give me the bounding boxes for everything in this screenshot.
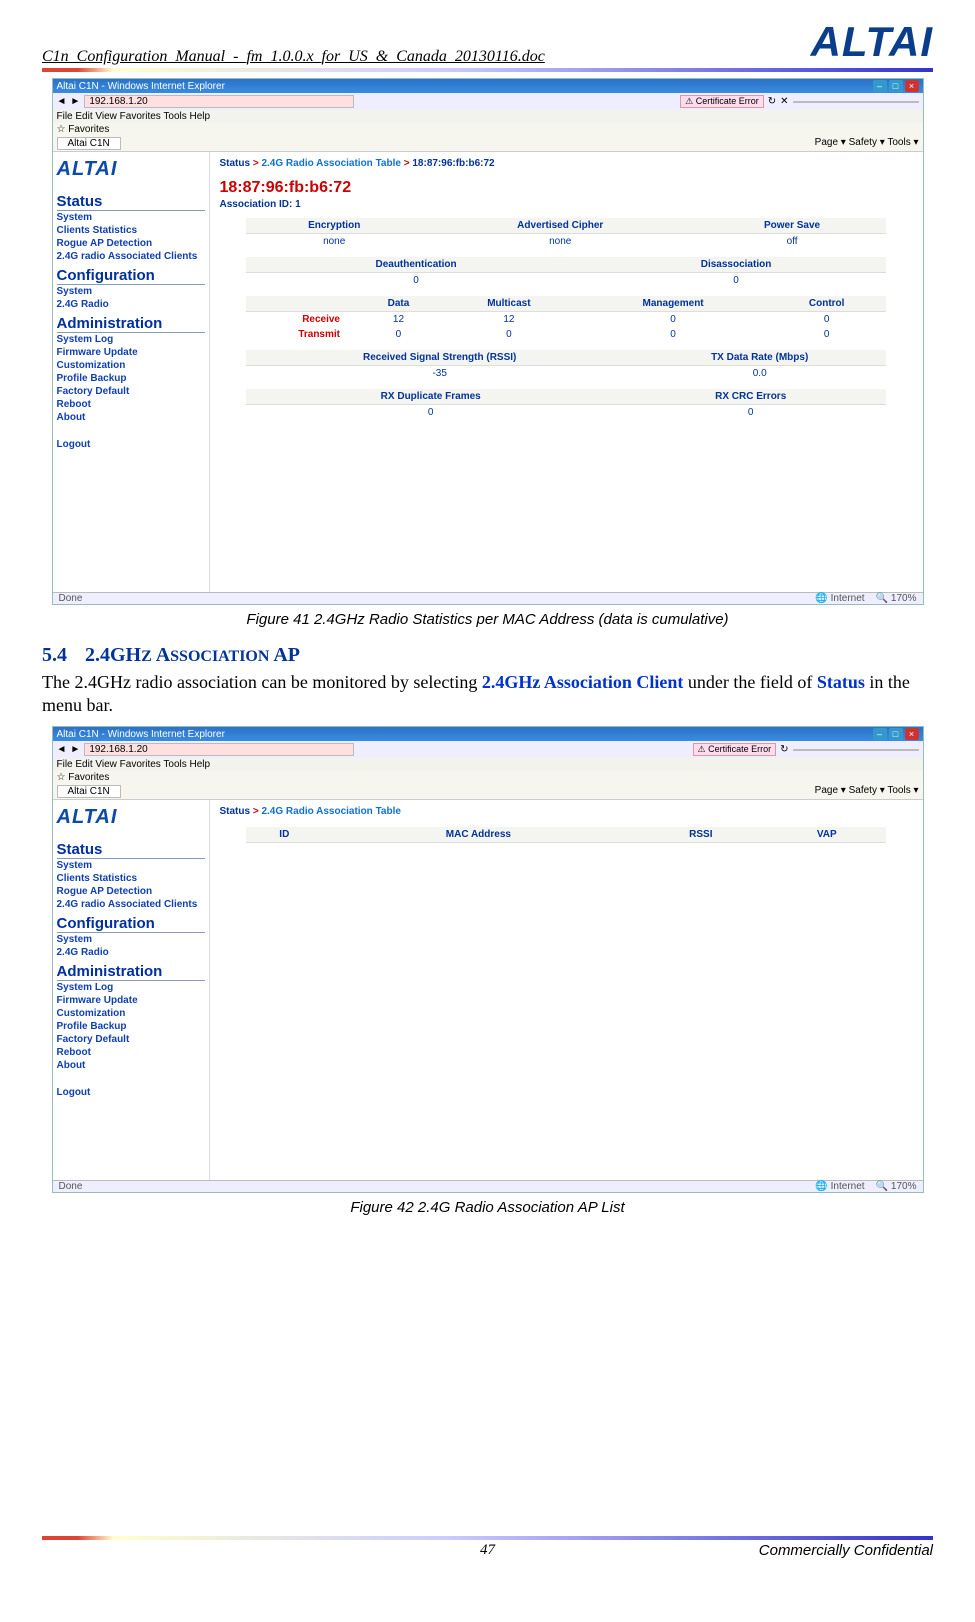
header-rule <box>42 68 933 72</box>
nav-reboot[interactable]: Reboot <box>57 398 205 411</box>
nav-config-radio[interactable]: 2.4G Radio <box>57 298 205 311</box>
browser-toolbar-right[interactable]: Page ▾ Safety ▾ Tools ▾ <box>815 785 919 798</box>
nav-logout[interactable]: Logout <box>57 438 205 451</box>
content-area: Status > 2.4G Radio Association Table > … <box>210 152 923 592</box>
nav-about[interactable]: About <box>57 411 205 424</box>
status-done: Done <box>59 1181 83 1192</box>
confidential-label: Commercially Confidential <box>759 1542 933 1559</box>
figure-41-caption: Figure 41 2.4GHz Radio Statistics per MA… <box>42 611 933 628</box>
nav-firmware[interactable]: Firmware Update <box>57 346 205 359</box>
content-area: Status > 2.4G Radio Association Table ID… <box>210 800 923 1180</box>
breadcrumb: Status > 2.4G Radio Association Table <box>220 806 913 817</box>
nav-reboot[interactable]: Reboot <box>57 1046 205 1059</box>
nav-sidebar: ALTAI Status System Clients Statistics R… <box>53 800 210 1180</box>
nav-logout[interactable]: Logout <box>57 1086 205 1099</box>
nav-back-icon[interactable]: ◄ <box>57 744 67 755</box>
nav-config-header: Configuration <box>57 267 205 285</box>
browser-tab[interactable]: Altai C1N <box>57 137 121 150</box>
favorites-bar[interactable]: ☆ Favorites <box>53 123 923 136</box>
nav-sidebar: ALTAI Status System Clients Statistics R… <box>53 152 210 592</box>
certificate-error[interactable]: ⚠ Certificate Error <box>680 95 764 108</box>
nav-profile-backup[interactable]: Profile Backup <box>57 372 205 385</box>
search-input[interactable] <box>793 101 919 103</box>
nav-firmware[interactable]: Firmware Update <box>57 994 205 1007</box>
table-encryption: EncryptionAdvertised CipherPower Save no… <box>246 218 886 249</box>
nav-status-header: Status <box>57 193 205 211</box>
certificate-error[interactable]: ⚠ Certificate Error <box>693 743 777 756</box>
table-traffic: DataMulticastManagementControl Receive12… <box>246 296 886 342</box>
nav-fwd-icon[interactable]: ► <box>70 96 80 107</box>
window-titlebar: Altai C1N - Windows Internet Explorer –□… <box>53 727 923 741</box>
minimize-icon[interactable]: – <box>873 80 887 92</box>
table-deauth: DeauthenticationDisassociation 00 <box>246 257 886 288</box>
window-title-text: Altai C1N - Windows Internet Explorer <box>57 81 225 92</box>
stop-icon[interactable]: ✕ <box>780 96 788 107</box>
nav-system[interactable]: System <box>57 211 205 224</box>
maximize-icon[interactable]: □ <box>889 80 903 92</box>
sidebar-logo: ALTAI <box>57 156 205 189</box>
table-rx-errors: RX Duplicate FramesRX CRC Errors 00 <box>246 389 886 420</box>
page-number: 47 <box>480 1542 495 1559</box>
nav-assoc-clients[interactable]: 2.4G radio Associated Clients <box>57 250 205 263</box>
address-input[interactable]: 192.168.1.20 <box>84 743 354 756</box>
nav-factory-default[interactable]: Factory Default <box>57 385 205 398</box>
address-input[interactable]: 192.168.1.20 <box>84 95 354 108</box>
nav-rogue-ap[interactable]: Rogue AP Detection <box>57 885 205 898</box>
window-titlebar: Altai C1N - Windows Internet Explorer –□… <box>53 79 923 93</box>
nav-config-radio[interactable]: 2.4G Radio <box>57 946 205 959</box>
address-bar[interactable]: ◄► 192.168.1.20 ⚠ Certificate Error ↻ <box>53 741 923 758</box>
mac-address-title: 18:87:96:fb:b6:72 <box>220 179 913 197</box>
refresh-icon[interactable]: ↻ <box>780 744 788 755</box>
browser-tab[interactable]: Altai C1N <box>57 785 121 798</box>
internet-icon: 🌐 <box>815 1181 827 1192</box>
nav-config-system[interactable]: System <box>57 933 205 946</box>
nav-admin-header: Administration <box>57 315 205 333</box>
nav-system[interactable]: System <box>57 859 205 872</box>
section-body: The 2.4GHz radio association can be moni… <box>42 671 933 716</box>
refresh-icon[interactable]: ↻ <box>768 96 776 107</box>
status-done: Done <box>59 593 83 604</box>
window-buttons[interactable]: –□× <box>871 80 919 92</box>
search-input[interactable] <box>793 749 919 751</box>
nav-clients-statistics[interactable]: Clients Statistics <box>57 224 205 237</box>
status-bar: Done 🌐 Internet 🔍 170% <box>53 592 923 604</box>
nav-syslog[interactable]: System Log <box>57 333 205 346</box>
nav-assoc-clients[interactable]: 2.4G radio Associated Clients <box>57 898 205 911</box>
browser-toolbar-right[interactable]: Page ▾ Safety ▾ Tools ▾ <box>815 137 919 150</box>
table-rssi: Received Signal Strength (RSSI)TX Data R… <box>246 350 886 381</box>
nav-rogue-ap[interactable]: Rogue AP Detection <box>57 237 205 250</box>
close-icon[interactable]: × <box>905 80 919 92</box>
nav-admin-header: Administration <box>57 963 205 981</box>
figure-41-screenshot: Altai C1N - Windows Internet Explorer –□… <box>52 78 924 605</box>
nav-fwd-icon[interactable]: ► <box>70 744 80 755</box>
browser-menu[interactable]: File Edit View Favorites Tools Help <box>53 758 923 771</box>
nav-clients-statistics[interactable]: Clients Statistics <box>57 872 205 885</box>
altai-logo: ALTAI <box>811 18 933 66</box>
nav-back-icon[interactable]: ◄ <box>57 96 67 107</box>
nav-profile-backup[interactable]: Profile Backup <box>57 1020 205 1033</box>
association-id: Association ID: 1 <box>220 199 913 210</box>
internet-icon: 🌐 <box>815 593 827 604</box>
doc-filename: C1n_Configuration_Manual_-_fm_1.0.0.x_fo… <box>42 48 545 66</box>
nav-about[interactable]: About <box>57 1059 205 1072</box>
assoc-ap-table: IDMAC AddressRSSIVAP <box>246 827 886 843</box>
window-title-text: Altai C1N - Windows Internet Explorer <box>57 729 225 740</box>
browser-menu[interactable]: File Edit View Favorites Tools Help <box>53 110 923 123</box>
favorites-bar[interactable]: ☆ Favorites <box>53 771 923 784</box>
nav-status-header: Status <box>57 841 205 859</box>
address-bar[interactable]: ◄► 192.168.1.20 ⚠ Certificate Error ↻ ✕ <box>53 93 923 110</box>
figure-42-caption: Figure 42 2.4G Radio Association AP List <box>42 1199 933 1216</box>
window-buttons[interactable]: –□× <box>871 728 919 740</box>
nav-syslog[interactable]: System Log <box>57 981 205 994</box>
breadcrumb: Status > 2.4G Radio Association Table > … <box>220 158 913 169</box>
section-heading: 5.42.4GHZ ASSOCIATION AP <box>42 644 933 667</box>
nav-factory-default[interactable]: Factory Default <box>57 1033 205 1046</box>
nav-config-system[interactable]: System <box>57 285 205 298</box>
status-bar: Done 🌐 Internet 🔍 170% <box>53 1180 923 1192</box>
nav-config-header: Configuration <box>57 915 205 933</box>
sidebar-logo: ALTAI <box>57 804 205 837</box>
nav-customization[interactable]: Customization <box>57 1007 205 1020</box>
nav-customization[interactable]: Customization <box>57 359 205 372</box>
figure-42-screenshot: Altai C1N - Windows Internet Explorer –□… <box>52 726 924 1193</box>
